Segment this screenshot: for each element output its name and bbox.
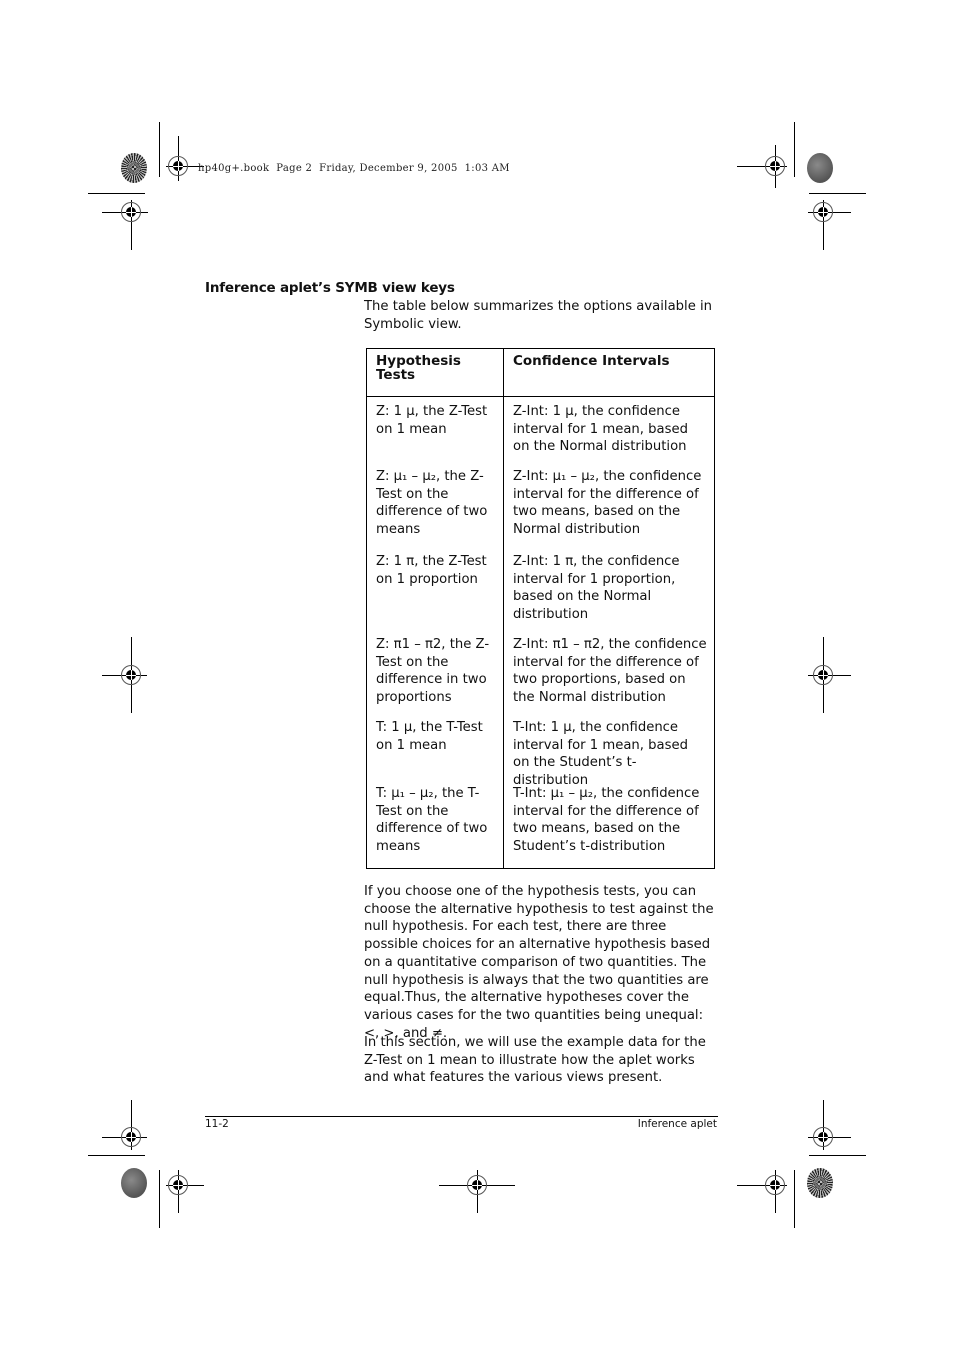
section-heading: Inference aplet’s SYMB view keys (205, 280, 455, 296)
color-target-icon (807, 153, 833, 183)
print-slug: hp40g+.book Page 2 Friday, December 9, 2… (198, 163, 510, 174)
chapter-title: Inference aplet (637, 1118, 717, 1130)
trim-mark (794, 122, 795, 177)
table-cell: Z-Int: 1 μ, the confidence interval for … (513, 404, 688, 454)
table-cell: T-Int: 1 μ, the confidence interval for … (513, 720, 688, 788)
trim-mark (88, 193, 145, 194)
table-cell: Z: π1 – π2, the Z-Test on the difference… (376, 637, 490, 705)
table-cell: Z: μ₁ – μ₂, the Z-Test on the difference… (376, 469, 488, 537)
table-cell: Z: 1 μ, the Z-Test on 1 mean (376, 404, 488, 437)
trim-mark (159, 1170, 160, 1228)
table-cell: T: 1 μ, the T-Test on 1 mean (376, 720, 483, 753)
starburst-target-icon (807, 1168, 833, 1198)
table-body-row: Z: 1 μ, the Z-Test on 1 mean Z: μ₁ – μ₂,… (366, 396, 715, 869)
table-cell: Z-Int: π1 – π2, the confidence interval … (513, 637, 707, 705)
trim-mark (88, 1155, 145, 1156)
symb-options-table: Hypothesis Tests Confidence Intervals Z:… (366, 348, 715, 869)
table-header-row: Hypothesis Tests Confidence Intervals (366, 348, 715, 397)
color-target-icon (121, 1168, 147, 1198)
table-cell: Z-Int: 1 π, the confidence interval for … (513, 554, 680, 622)
trim-mark (159, 122, 160, 177)
table-cell: T: μ₁ – μ₂, the T-Test on the difference… (376, 786, 488, 854)
paragraph-example-data: In this section, we will use the example… (364, 1035, 706, 1086)
paragraph-alternative-hypothesis: If you choose one of the hypothesis test… (364, 884, 714, 1041)
header-hypothesis-tests: Hypothesis Tests (366, 348, 504, 397)
trim-mark (809, 193, 866, 194)
trim-mark (794, 1170, 795, 1228)
table-cell: Z-Int: μ₁ – μ₂, the confidence interval … (513, 469, 702, 537)
confidence-intervals-column: Z-Int: 1 μ, the confidence interval for … (503, 396, 715, 869)
header-confidence-intervals: Confidence Intervals (503, 348, 715, 397)
trim-mark (809, 1155, 866, 1156)
hypothesis-tests-column: Z: 1 μ, the Z-Test on 1 mean Z: μ₁ – μ₂,… (366, 396, 504, 869)
footer-rule (205, 1116, 718, 1117)
table-cell: T-Int: μ₁ – μ₂, the confidence interval … (513, 786, 700, 854)
section-intro: The table below summarizes the options a… (364, 299, 713, 332)
page-number: 11-2 (205, 1118, 229, 1130)
table-cell: Z: 1 π, the Z-Test on 1 proportion (376, 554, 487, 587)
starburst-target-icon (121, 153, 147, 183)
